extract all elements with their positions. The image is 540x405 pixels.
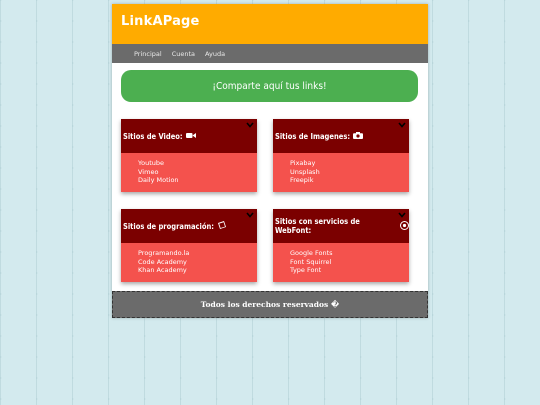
card-header[interactable]: Sitios de programación: [121, 209, 257, 243]
link-item[interactable]: Daily Motion [138, 176, 257, 185]
card-body: Programando.la Code Academy Khan Academy [121, 243, 257, 282]
card-body: Pixabay Unsplash Freepik [273, 153, 409, 192]
card-title: Sitios con servicios de WebFont: [275, 217, 360, 235]
share-banner: ¡Comparte aquí tus links! [121, 70, 418, 102]
card-body: Google Fonts Font Squirrel Type Font [273, 243, 409, 282]
footer: Todos los derechos reservados � [112, 291, 428, 318]
link-item[interactable]: Vimeo [138, 168, 257, 177]
card-webfont: Sitios con servicios de WebFont: Google … [273, 209, 409, 282]
link-item[interactable]: Pixabay [290, 159, 409, 168]
font-icon [400, 220, 409, 232]
chevron-down-icon[interactable] [246, 212, 254, 218]
card-images: Sitios de Imagenes: Pixabay Unsplash Fre… [273, 119, 409, 192]
card-body: Youtube Vimeo Daily Motion [121, 153, 257, 192]
link-item[interactable]: Code Academy [138, 258, 257, 267]
chevron-down-icon[interactable] [398, 212, 406, 218]
page-container: LinkAPage Principal Cuenta Ayuda ¡Compar… [112, 4, 428, 318]
card-header[interactable]: Sitios de Imagenes: [273, 119, 409, 153]
card-header[interactable]: Sitios con servicios de WebFont: [273, 209, 409, 243]
nav-item-cuenta[interactable]: Cuenta [172, 50, 195, 58]
link-item[interactable]: Unsplash [290, 168, 409, 177]
header: LinkAPage [112, 4, 428, 44]
link-item[interactable]: Type Font [290, 266, 409, 275]
card-programming: Sitios de programación: Programando.la C… [121, 209, 257, 282]
site-logo[interactable]: LinkAPage [121, 14, 200, 29]
card-title: Sitios de Video: [123, 131, 183, 141]
link-item[interactable]: Khan Academy [138, 266, 257, 275]
card-title: Sitios de Imagenes: [275, 131, 351, 141]
camera-icon [353, 131, 364, 141]
chevron-down-icon[interactable] [398, 122, 406, 128]
card-video: Sitios de Video: Youtube Vimeo Daily Mot… [121, 119, 257, 192]
nav-bar: Principal Cuenta Ayuda [112, 44, 428, 63]
link-item[interactable]: Youtube [138, 159, 257, 168]
book-icon [217, 220, 227, 232]
video-camera-icon [185, 132, 196, 141]
nav-item-ayuda[interactable]: Ayuda [205, 50, 225, 58]
link-item[interactable]: Programando.la [138, 249, 257, 258]
link-item[interactable]: Freepik [290, 176, 409, 185]
card-header[interactable]: Sitios de Video: [121, 119, 257, 153]
link-item[interactable]: Font Squirrel [290, 258, 409, 267]
link-item[interactable]: Google Fonts [290, 249, 409, 258]
card-title: Sitios de programación: [123, 221, 215, 231]
nav-item-principal[interactable]: Principal [134, 50, 162, 58]
chevron-down-icon[interactable] [246, 122, 254, 128]
